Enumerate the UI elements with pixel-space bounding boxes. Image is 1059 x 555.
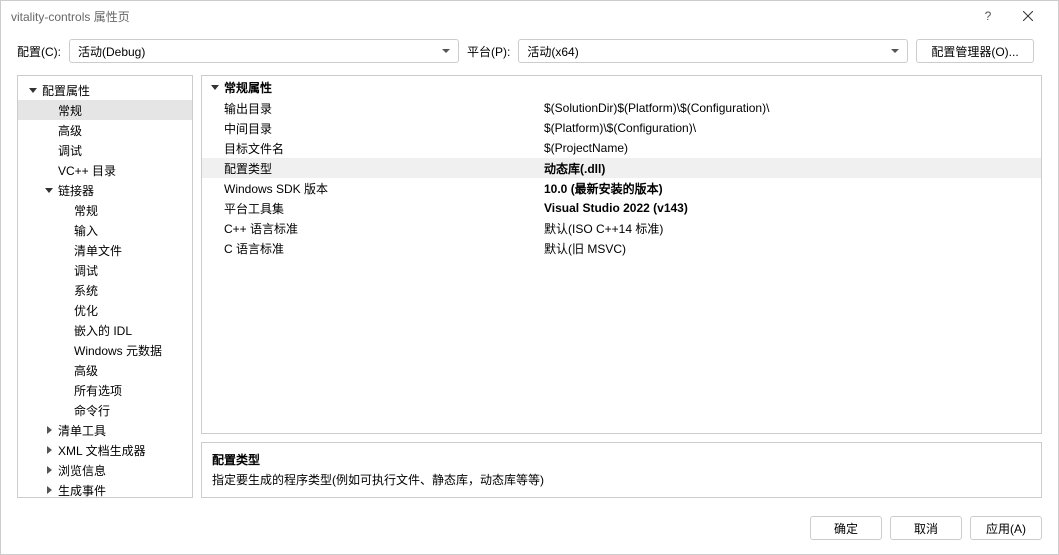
tree-item-linker-advanced[interactable]: 高级: [18, 360, 192, 380]
property-name: C 语言标准: [224, 240, 544, 257]
property-row[interactable]: 平台工具集Visual Studio 2022 (v143): [202, 198, 1041, 218]
property-row[interactable]: 配置类型动态库(.dll): [202, 158, 1041, 178]
expander-icon[interactable]: [42, 463, 56, 477]
config-label: 配置(C):: [17, 43, 61, 60]
property-row[interactable]: Windows SDK 版本10.0 (最新安装的版本): [202, 178, 1041, 198]
tree-item-linker[interactable]: 链接器: [18, 180, 192, 200]
tree-item-general[interactable]: 常规: [18, 100, 192, 120]
tree-item-linker-general[interactable]: 常规: [18, 200, 192, 220]
property-row[interactable]: C 语言标准默认(旧 MSVC): [202, 238, 1041, 258]
property-value[interactable]: Visual Studio 2022 (v143): [544, 201, 1041, 215]
property-row[interactable]: 目标文件名$(ProjectName): [202, 138, 1041, 158]
chevron-down-icon: [442, 49, 450, 53]
property-row[interactable]: C++ 语言标准默认(ISO C++14 标准): [202, 218, 1041, 238]
config-dropdown[interactable]: 活动(Debug): [69, 39, 459, 63]
tree-item-linker-winmd[interactable]: Windows 元数据: [18, 340, 192, 360]
property-value[interactable]: 动态库(.dll): [544, 160, 1041, 177]
category-tree[interactable]: 配置属性 常规 高级 调试 VC++ 目录 链接器 常规 输入 清单文件 调试 …: [17, 75, 193, 498]
tree-item-advanced[interactable]: 高级: [18, 120, 192, 140]
apply-button[interactable]: 应用(A): [970, 516, 1042, 540]
config-value: 活动(Debug): [78, 43, 145, 60]
tree-item-vcdirs[interactable]: VC++ 目录: [18, 160, 192, 180]
tree-item-linker-input[interactable]: 输入: [18, 220, 192, 240]
tree-item-debug[interactable]: 调试: [18, 140, 192, 160]
window-title: vitality-controls 属性页: [11, 8, 968, 25]
expander-icon[interactable]: [42, 183, 56, 197]
expander-icon[interactable]: [42, 443, 56, 457]
description-text: 指定要生成的程序类型(例如可执行文件、静态库，动态库等等): [212, 471, 1031, 488]
ok-button[interactable]: 确定: [810, 516, 882, 540]
property-row[interactable]: 中间目录$(Platform)\$(Configuration)\: [202, 118, 1041, 138]
property-name: 目标文件名: [224, 140, 544, 157]
config-manager-button[interactable]: 配置管理器(O)...: [916, 39, 1033, 63]
property-name: 中间目录: [224, 120, 544, 137]
property-value[interactable]: $(ProjectName): [544, 141, 1041, 155]
close-icon: [1023, 11, 1033, 21]
property-name: Windows SDK 版本: [224, 180, 544, 197]
tree-item-linker-idl[interactable]: 嵌入的 IDL: [18, 320, 192, 340]
platform-value: 活动(x64): [527, 43, 578, 60]
tree-item-linker-manifest[interactable]: 清单文件: [18, 240, 192, 260]
tree-item-linker-cmdline[interactable]: 命令行: [18, 400, 192, 420]
property-grid[interactable]: 常规属性 输出目录$(SolutionDir)$(Platform)\$(Con…: [201, 75, 1042, 434]
expander-icon[interactable]: [42, 483, 56, 497]
expander-icon[interactable]: [26, 83, 40, 97]
help-button[interactable]: ?: [968, 2, 1008, 30]
property-value[interactable]: $(Platform)\$(Configuration)\: [544, 121, 1041, 135]
dialog-footer: 确定 取消 应用(A): [1, 508, 1058, 554]
cancel-button[interactable]: 取消: [890, 516, 962, 540]
close-button[interactable]: [1008, 2, 1048, 30]
tree-item-build-events[interactable]: 生成事件: [18, 480, 192, 498]
description-panel: 配置类型 指定要生成的程序类型(例如可执行文件、静态库，动态库等等): [201, 442, 1042, 498]
expander-icon[interactable]: [208, 80, 222, 94]
tree-item-linker-optimize[interactable]: 优化: [18, 300, 192, 320]
tree-item-xml-docgen[interactable]: XML 文档生成器: [18, 440, 192, 460]
platform-dropdown[interactable]: 活动(x64): [518, 39, 908, 63]
property-name: 平台工具集: [224, 200, 544, 217]
property-value[interactable]: 默认(ISO C++14 标准): [544, 220, 1041, 237]
tree-item-linker-debug[interactable]: 调试: [18, 260, 192, 280]
chevron-down-icon: [891, 49, 899, 53]
tree-root-config-props[interactable]: 配置属性: [18, 80, 192, 100]
tree-item-browse-info[interactable]: 浏览信息: [18, 460, 192, 480]
platform-label: 平台(P):: [467, 43, 510, 60]
property-name: C++ 语言标准: [224, 220, 544, 237]
expander-icon[interactable]: [42, 423, 56, 437]
tree-item-linker-system[interactable]: 系统: [18, 280, 192, 300]
property-name: 配置类型: [224, 160, 544, 177]
config-toolbar: 配置(C): 活动(Debug) 平台(P): 活动(x64) 配置管理器(O)…: [1, 31, 1058, 75]
tree-item-manifest-tool[interactable]: 清单工具: [18, 420, 192, 440]
property-page-dialog: vitality-controls 属性页 ? 配置(C): 活动(Debug)…: [0, 0, 1059, 555]
property-value[interactable]: $(SolutionDir)$(Platform)\$(Configuratio…: [544, 101, 1041, 115]
property-value[interactable]: 10.0 (最新安装的版本): [544, 180, 1041, 197]
property-name: 输出目录: [224, 100, 544, 117]
grid-category-header[interactable]: 常规属性: [202, 76, 1041, 98]
titlebar: vitality-controls 属性页 ?: [1, 1, 1058, 31]
description-title: 配置类型: [212, 451, 1031, 468]
property-value[interactable]: 默认(旧 MSVC): [544, 240, 1041, 257]
main-area: 配置属性 常规 高级 调试 VC++ 目录 链接器 常规 输入 清单文件 调试 …: [1, 75, 1058, 508]
tree-item-linker-all[interactable]: 所有选项: [18, 380, 192, 400]
property-row[interactable]: 输出目录$(SolutionDir)$(Platform)\$(Configur…: [202, 98, 1041, 118]
content-pane: 常规属性 输出目录$(SolutionDir)$(Platform)\$(Con…: [201, 75, 1042, 498]
